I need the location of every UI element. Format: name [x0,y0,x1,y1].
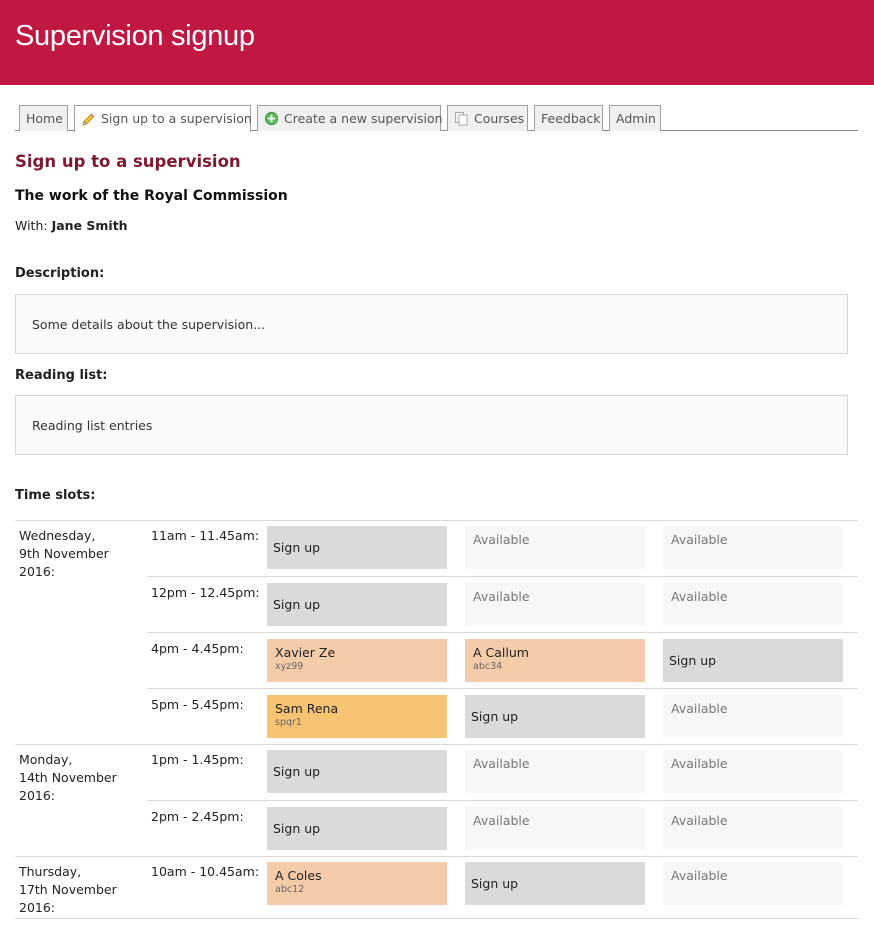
slot-row: 1pm - 1.45pm: Sign up Available Available [147,744,858,800]
tab-label: Sign up to a supervision [101,111,252,126]
plus-circle-icon [264,111,279,126]
available-slot: Available [663,750,843,793]
sign-up-button[interactable]: Sign up [267,750,447,793]
reading-list-panel: Reading list entries [15,395,848,455]
sign-up-button[interactable]: Sign up [267,583,447,626]
pencil-icon [81,112,96,127]
day-date-line: 2016: [19,900,56,915]
slot-time: 2pm - 2.45pm: [151,809,244,824]
day-date-line: Wednesday, [19,528,96,543]
student-name: A Callum [473,645,529,660]
tab-create[interactable]: Create a new supervision [257,105,443,131]
reading-list-text: Reading list entries [32,417,153,433]
tab-feedback[interactable]: Feedback [534,105,603,131]
tab-sign-up[interactable]: Sign up to a supervision [74,105,252,132]
available-slot: Available [663,807,843,850]
day-date: Monday, 14th November 2016: [19,751,117,805]
slot-time: 12pm - 12.45pm: [151,585,260,600]
app-title: Supervision signup [15,20,255,52]
slot-row: 4pm - 4.45pm: Xavier Ze xyz99 A Callum abc34… [147,632,858,688]
available-slot: Available [663,695,843,738]
slot-row: 5pm - 5.45pm: Sam Rena spqr1 Sign up Availab… [147,688,858,744]
reading-list-label: Reading list: [15,368,108,383]
slot-row: 2pm - 2.45pm: Sign up Available Available [147,800,858,856]
header-banner: Supervision signup [0,0,874,85]
student-crsid: spqr1 [275,717,302,728]
tab-bar: Home Sign up to a supervision Create a n… [15,104,858,132]
sign-up-button[interactable]: Sign up [267,807,447,850]
booked-slot: Xavier Ze xyz99 [267,639,447,682]
day-date-line: Thursday, [19,864,82,879]
my-booked-slot: Sam Rena spqr1 [267,695,447,738]
available-slot: Available [465,526,645,569]
tab-label: Courses [474,110,525,126]
with-label: With: [15,218,48,233]
supervision-title: The work of the Royal Commission [15,188,288,204]
tab-admin[interactable]: Admin [609,105,661,131]
available-slot: Available [465,583,645,626]
day-date-line: 2016: [19,788,56,803]
slot-time: 4pm - 4.45pm: [151,641,244,656]
booked-slot: A Callum abc34 [465,639,645,682]
slot-time: 5pm - 5.45pm: [151,697,244,712]
available-slot: Available [663,862,843,905]
available-slot: Available [465,807,645,850]
description-panel: Some details about the supervision... [15,294,848,354]
student-name: Sam Rena [275,701,339,716]
copy-icon [454,111,469,126]
available-slot: Available [663,583,843,626]
tab-home[interactable]: Home [19,105,68,131]
sign-up-button[interactable]: Sign up [663,639,843,682]
booked-slot: A Coles abc12 [267,862,447,905]
day-date-line: 9th November [19,546,109,561]
page-title: Sign up to a supervision [15,152,241,171]
sign-up-button[interactable]: Sign up [465,695,645,738]
sign-up-button[interactable]: Sign up [267,526,447,569]
supervisor-line: With: Jane Smith [15,218,128,233]
time-slots-label: Time slots: [15,488,96,503]
slot-row: 11am - 11.45am: Sign up Available Available [147,520,858,576]
tab-label: Home [26,110,63,126]
tab-courses[interactable]: Courses [447,105,528,131]
student-crsid: abc12 [275,884,305,895]
sign-up-button[interactable]: Sign up [465,862,645,905]
table-bottom-border [15,918,858,919]
slot-row: 10am - 10.45am: A Coles abc12 Sign up Availa… [147,856,858,912]
day-date-line: 2016: [19,564,56,579]
day-date-line: 17th November [19,882,117,897]
day-date-line: Monday, [19,752,73,767]
student-name: A Coles [275,868,322,883]
tab-label: Feedback [541,110,601,126]
available-slot: Available [465,750,645,793]
available-slot: Available [663,526,843,569]
slot-time: 1pm - 1.45pm: [151,752,244,767]
day-date: Wednesday, 9th November 2016: [19,527,109,581]
description-label: Description: [15,266,105,281]
student-crsid: abc34 [473,661,503,672]
student-name: Xavier Ze [275,645,336,660]
tab-label: Create a new supervision [284,110,443,126]
day-date: Thursday, 17th November 2016: [19,863,117,917]
supervisor-name: Jane Smith [51,218,128,233]
description-text: Some details about the supervision... [32,316,266,332]
slot-time: 11am - 11.45am: [151,528,260,543]
slot-row: 12pm - 12.45pm: Sign up Available Available [147,576,858,632]
student-crsid: xyz99 [275,661,304,672]
slot-time: 10am - 10.45am: [151,864,260,879]
day-date-line: 14th November [19,770,117,785]
tab-label: Admin [616,110,656,126]
